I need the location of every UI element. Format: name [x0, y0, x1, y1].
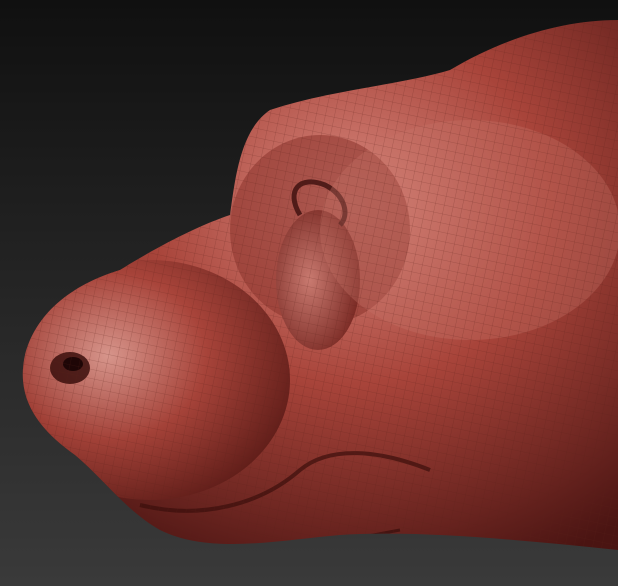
sculpt-viewport[interactable] — [0, 0, 618, 586]
sculpt-canvas[interactable] — [0, 0, 618, 586]
